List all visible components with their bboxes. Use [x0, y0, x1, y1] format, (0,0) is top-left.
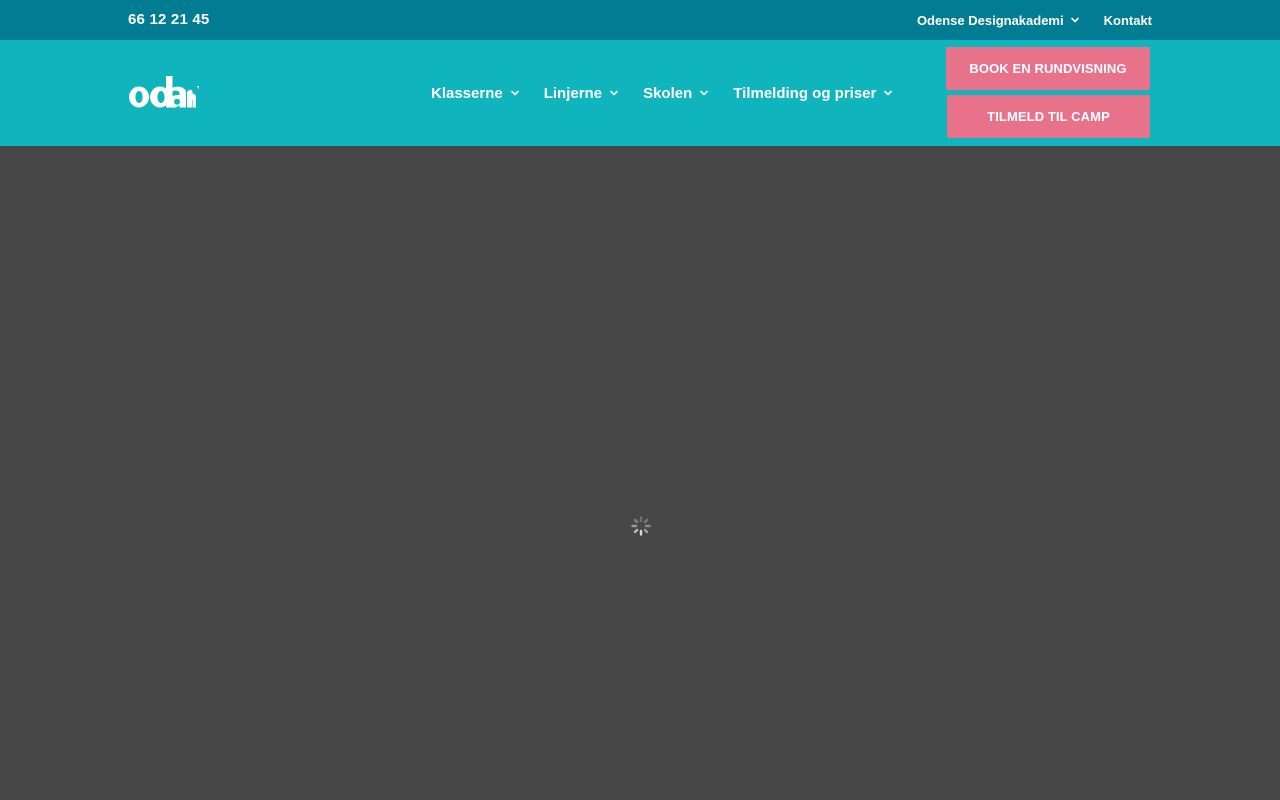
nav-item-linjerne[interactable]: Linjerne [544, 85, 619, 102]
nav-item-label: Tilmelding og priser [733, 84, 877, 102]
oda-logo[interactable] [128, 76, 200, 110]
chevron-down-icon [883, 88, 893, 98]
loading-spinner-icon [630, 515, 652, 537]
nav-item-label: Klasserne [431, 84, 503, 102]
nav-item-tilmelding-og-priser[interactable]: Tilmelding og priser [733, 85, 893, 102]
oda-logo-mark [129, 76, 199, 108]
odense-designakademi-dropdown[interactable]: Odense Designakademi [917, 13, 1080, 28]
tilmeld-camp-button[interactable]: TILMELD TIL CAMP [947, 95, 1150, 138]
chevron-down-icon [1070, 15, 1080, 25]
main-navigation: Klasserne Linjerne Skolen Tilmelding og … [431, 40, 893, 146]
chevron-down-icon [699, 88, 709, 98]
phone-number-link[interactable]: 66 12 21 45 [128, 0, 209, 40]
nav-item-label: Skolen [643, 84, 693, 102]
cta-buttons: BOOK EN RUNDVISNING TILMELD TIL CAMP [946, 47, 1150, 138]
content-area-loading [0, 146, 1280, 800]
main-header: Klasserne Linjerne Skolen Tilmelding og … [0, 40, 1280, 146]
odense-designakademi-label: Odense Designakademi [916, 12, 1064, 28]
book-rundvisning-button[interactable]: BOOK EN RUNDVISNING [946, 47, 1150, 90]
chevron-down-icon [510, 88, 520, 98]
top-bar: 66 12 21 45 Odense Designakademi Kontakt [0, 0, 1280, 40]
kontakt-link[interactable]: Kontakt [1104, 13, 1152, 28]
chevron-down-icon [609, 88, 619, 98]
nav-item-label: Linjerne [543, 84, 603, 102]
nav-item-skolen[interactable]: Skolen [643, 85, 709, 102]
kontakt-label: Kontakt [1103, 12, 1152, 28]
top-links: Odense Designakademi Kontakt [917, 0, 1152, 40]
nav-item-klasserne[interactable]: Klasserne [431, 85, 520, 102]
